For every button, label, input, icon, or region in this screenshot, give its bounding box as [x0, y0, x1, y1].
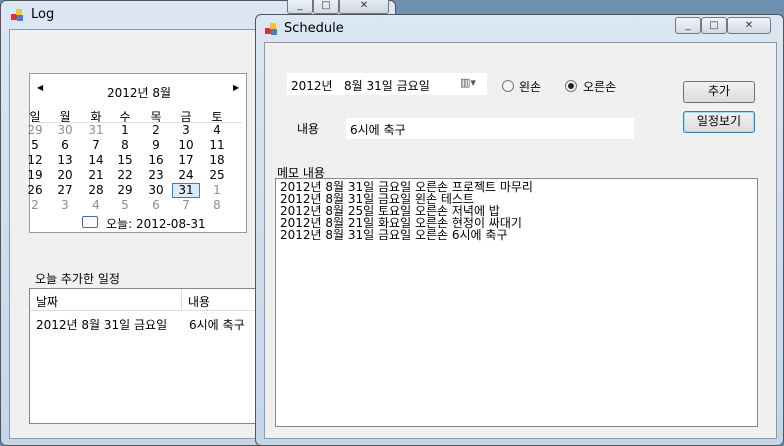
today-box-icon [82, 216, 98, 228]
calendar-day[interactable]: 16 [142, 153, 170, 167]
list-item-date[interactable]: 2012년 8월 31일 금요일 [36, 316, 167, 333]
calendar-day[interactable]: 8 [111, 138, 139, 152]
calendar-day[interactable]: 25 [203, 168, 231, 182]
calendar-day[interactable]: 2 [21, 198, 49, 212]
calendar-day[interactable]: 10 [172, 138, 200, 152]
calendar-day[interactable]: 24 [172, 168, 200, 182]
calendar-day[interactable]: 20 [51, 168, 79, 182]
calendar-day[interactable]: 30 [51, 123, 79, 137]
calendar-day[interactable]: 6 [142, 198, 170, 212]
calendar-day[interactable]: 13 [51, 153, 79, 167]
today-schedule-label: 오늘 추가한 일정 [35, 272, 120, 286]
calendar-day[interactable]: 19 [21, 168, 49, 182]
schedule-list[interactable]: 날짜 내용 2012년 8월 31일 금요일 6시에 축구 [29, 288, 272, 424]
column-header-date[interactable]: 날짜 [30, 289, 182, 311]
calendar-day[interactable]: 30 [142, 183, 170, 197]
calendar-day[interactable]: 11 [203, 138, 231, 152]
minimize-button[interactable]: _ [287, 0, 313, 14]
add-button[interactable]: 추가 [683, 81, 755, 103]
calendar-day[interactable]: 5 [21, 138, 49, 152]
window-title: Log [31, 7, 55, 22]
calendar-day[interactable]: 5 [111, 198, 139, 212]
content-value: 6시에 축구 [350, 123, 406, 137]
radio-left-label[interactable]: 왼손 [519, 78, 541, 95]
list-item-content[interactable]: 6시에 축구 [189, 316, 245, 333]
calendar-day[interactable]: 4 [203, 123, 231, 137]
calendar-day[interactable]: 18 [203, 153, 231, 167]
calendar-day[interactable]: 9 [142, 138, 170, 152]
calendar-day[interactable]: 4 [82, 198, 110, 212]
calendar-day[interactable]: 17 [172, 153, 200, 167]
radio-right-label[interactable]: 오른손 [583, 78, 616, 95]
memo-line: 2012년 8월 31일 금요일 오른손 6시에 축구 [280, 228, 508, 242]
calendar-day[interactable]: 29 [111, 183, 139, 197]
calendar-day[interactable]: 12 [21, 153, 49, 167]
calendar-day[interactable]: 6 [51, 138, 79, 152]
calendar-day[interactable]: 26 [21, 183, 49, 197]
maximize-button[interactable]: □ [701, 17, 727, 34]
calendar-month-title[interactable]: 2012년 8월 [30, 84, 248, 101]
minimize-button[interactable]: _ [675, 17, 701, 34]
calendar-day[interactable]: 22 [111, 168, 139, 182]
calendar-dropdown-icon[interactable]: ▥▾ [460, 76, 476, 89]
calendar-day[interactable]: 27 [51, 183, 79, 197]
today-link[interactable]: 오늘: 2012-08-31 [106, 215, 206, 232]
calendar-day[interactable]: 3 [172, 123, 200, 137]
calendar-day[interactable]: 1 [203, 183, 231, 197]
calendar-day[interactable]: 29 [21, 123, 49, 137]
calendar-day[interactable]: 7 [172, 198, 200, 212]
calendar-day[interactable]: 7 [82, 138, 110, 152]
app-icon [11, 9, 24, 22]
radio-right[interactable] [565, 80, 577, 92]
calendar-day[interactable]: 8 [203, 198, 231, 212]
calendar-day[interactable]: 23 [142, 168, 170, 182]
calendar-day[interactable]: 21 [82, 168, 110, 182]
next-month-icon[interactable]: ▶ [233, 83, 239, 92]
close-button[interactable]: ✕ [727, 17, 771, 34]
date-picker[interactable]: 2012년 8월 31일 금요일 ▥▾ [287, 73, 487, 95]
radio-left[interactable] [502, 80, 514, 92]
calendar-day-selected[interactable]: 31 [172, 183, 200, 198]
close-button[interactable]: ✕ [339, 0, 389, 14]
calendar-day[interactable]: 2 [142, 123, 170, 137]
content-label: 내용 [297, 122, 320, 136]
memo-textarea[interactable]: 2012년 8월 31일 금요일 오른손 프로젝트 마무리 2012년 8월 31… [275, 178, 758, 427]
date-value: 2012년 8월 31일 금요일 [291, 79, 430, 93]
view-schedule-button[interactable]: 일정보기 [683, 111, 755, 133]
app-icon [265, 23, 278, 36]
window-title: Schedule [284, 21, 344, 36]
calendar-day[interactable]: 3 [51, 198, 79, 212]
maximize-button[interactable]: □ [313, 0, 339, 14]
calendar-day[interactable]: 14 [82, 153, 110, 167]
calendar-day[interactable]: 15 [111, 153, 139, 167]
calendar-day[interactable]: 31 [82, 123, 110, 137]
calendar-day[interactable]: 1 [111, 123, 139, 137]
content-input[interactable]: 6시에 축구 [346, 118, 634, 139]
calendar-day[interactable]: 28 [82, 183, 110, 197]
month-calendar[interactable]: ◀ 2012년 8월 ▶ 일월화수목금토 29 30 31 1 2 3 4 5 6 7 8 9 10 11… [27, 73, 248, 233]
